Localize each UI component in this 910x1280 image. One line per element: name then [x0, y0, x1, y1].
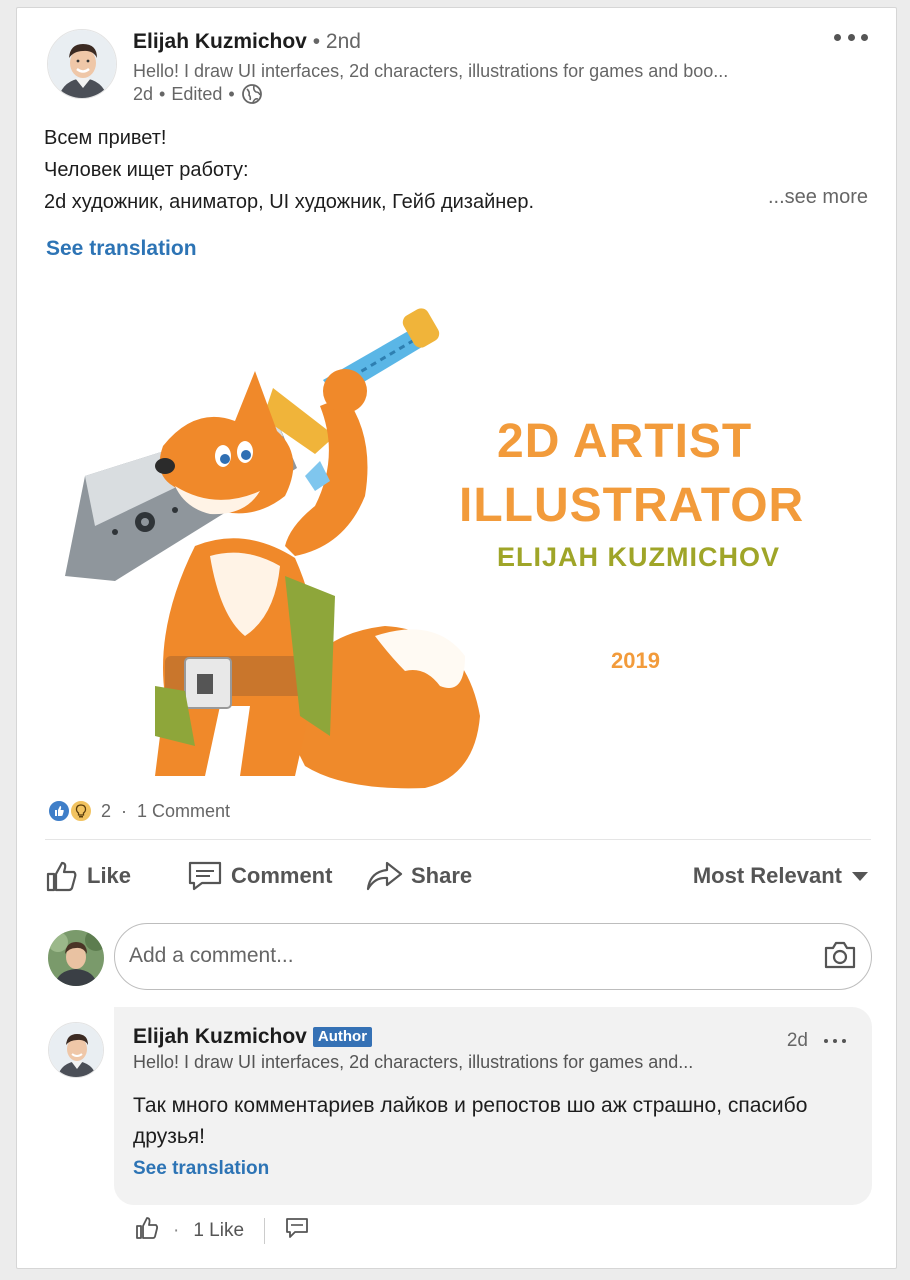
commenter-avatar[interactable]	[48, 1022, 104, 1078]
see-translation-link[interactable]: See translation	[46, 237, 197, 261]
divider	[45, 839, 871, 840]
author-badge: Author	[312, 1027, 373, 1047]
post-text-line: Человек ищет работу:	[44, 159, 249, 181]
commenter-headline: Hello! I draw UI interfaces, 2d characte…	[133, 1052, 694, 1072]
image-title-line2: ILLUSTRATOR	[459, 479, 805, 532]
reaction-separator: ·	[121, 800, 128, 821]
globe-icon	[241, 83, 263, 105]
post-text-line: Всем привет!	[44, 127, 167, 149]
meta-dot: •	[159, 83, 166, 104]
like-icon	[47, 799, 71, 823]
reply-icon	[285, 1217, 309, 1245]
post-meta: 2d • Edited •	[133, 83, 263, 105]
meta-dot: •	[228, 83, 235, 104]
commenter-name-row: Elijah Kuzmichov Author	[133, 1025, 373, 1049]
edited-label: Edited	[171, 83, 223, 104]
chevron-down-icon	[852, 871, 868, 881]
thumbs-up-icon	[45, 859, 79, 893]
comment-like-count[interactable]: 1 Like	[193, 1220, 244, 1242]
comment-like-button[interactable]	[135, 1216, 159, 1246]
share-button-label: Share	[411, 863, 473, 888]
comment-time: 2d	[786, 1030, 808, 1051]
post-card: Elijah Kuzmichov • 2nd Hello! I draw UI …	[16, 7, 897, 1269]
comment-actions: · 1 Like	[135, 1214, 309, 1248]
comment-icon	[187, 860, 223, 892]
see-more-link[interactable]: ...see more	[768, 186, 868, 209]
post-author-name[interactable]: Elijah Kuzmichov • 2nd	[133, 30, 361, 54]
comment-action-divider	[264, 1218, 266, 1244]
post-image[interactable]: 2D ARTIST ILLUSTRATOR ELIJAH KUZMICHOV 2…	[45, 296, 875, 791]
thumbs-up-icon	[135, 1216, 159, 1246]
image-title-line1: 2D ARTIST	[497, 415, 753, 468]
like-button[interactable]: Like	[45, 858, 131, 894]
comment-button-label: Comment	[231, 863, 333, 888]
post-more-options-icon[interactable]	[834, 34, 868, 46]
comment-sort-dropdown[interactable]: Most Relevant	[693, 858, 868, 894]
camera-icon[interactable]	[823, 940, 857, 970]
comment-separator: ·	[173, 1220, 180, 1241]
comment-text: Так много комментариев лайков и репостов…	[133, 1094, 808, 1148]
post-time: 2d	[133, 83, 154, 104]
comment-box	[114, 923, 872, 990]
image-year: 2019	[611, 648, 660, 673]
comment-see-translation-link[interactable]: See translation	[133, 1158, 269, 1180]
author-name-text[interactable]: Elijah Kuzmichov	[133, 30, 307, 53]
comments-count[interactable]: 1 Comment	[137, 801, 230, 822]
commenter-name[interactable]: Elijah Kuzmichov	[133, 1025, 307, 1049]
reaction-count[interactable]: 2	[101, 801, 111, 822]
author-avatar[interactable]	[47, 29, 117, 99]
insightful-icon	[69, 799, 93, 823]
image-subtitle: ELIJAH KUZMICHOV	[497, 542, 781, 572]
post-text-line: 2d художник, аниматор, UI художник, Гейб…	[44, 191, 535, 213]
author-headline: Hello! I draw UI interfaces, 2d characte…	[133, 61, 729, 81]
share-button[interactable]: Share	[365, 858, 472, 894]
comment-input[interactable]	[129, 924, 809, 988]
comment-more-options-icon[interactable]	[824, 1039, 846, 1044]
reactions-summary[interactable]: 2 · 1 Comment	[47, 798, 230, 824]
like-button-label: Like	[87, 863, 132, 888]
comment-reply-button[interactable]	[285, 1217, 309, 1245]
current-user-avatar[interactable]	[48, 930, 104, 986]
fox-illustration	[65, 308, 480, 789]
post-text: Всем привет! Человек ищет работу: 2d худ…	[44, 122, 874, 218]
comment-button[interactable]: Comment	[187, 858, 332, 894]
connection-degree: • 2nd	[306, 30, 361, 53]
share-icon	[365, 860, 403, 892]
comment-item: Elijah Kuzmichov Author Hello! I draw UI…	[114, 1007, 872, 1205]
sort-label: Most Relevant	[692, 863, 842, 888]
